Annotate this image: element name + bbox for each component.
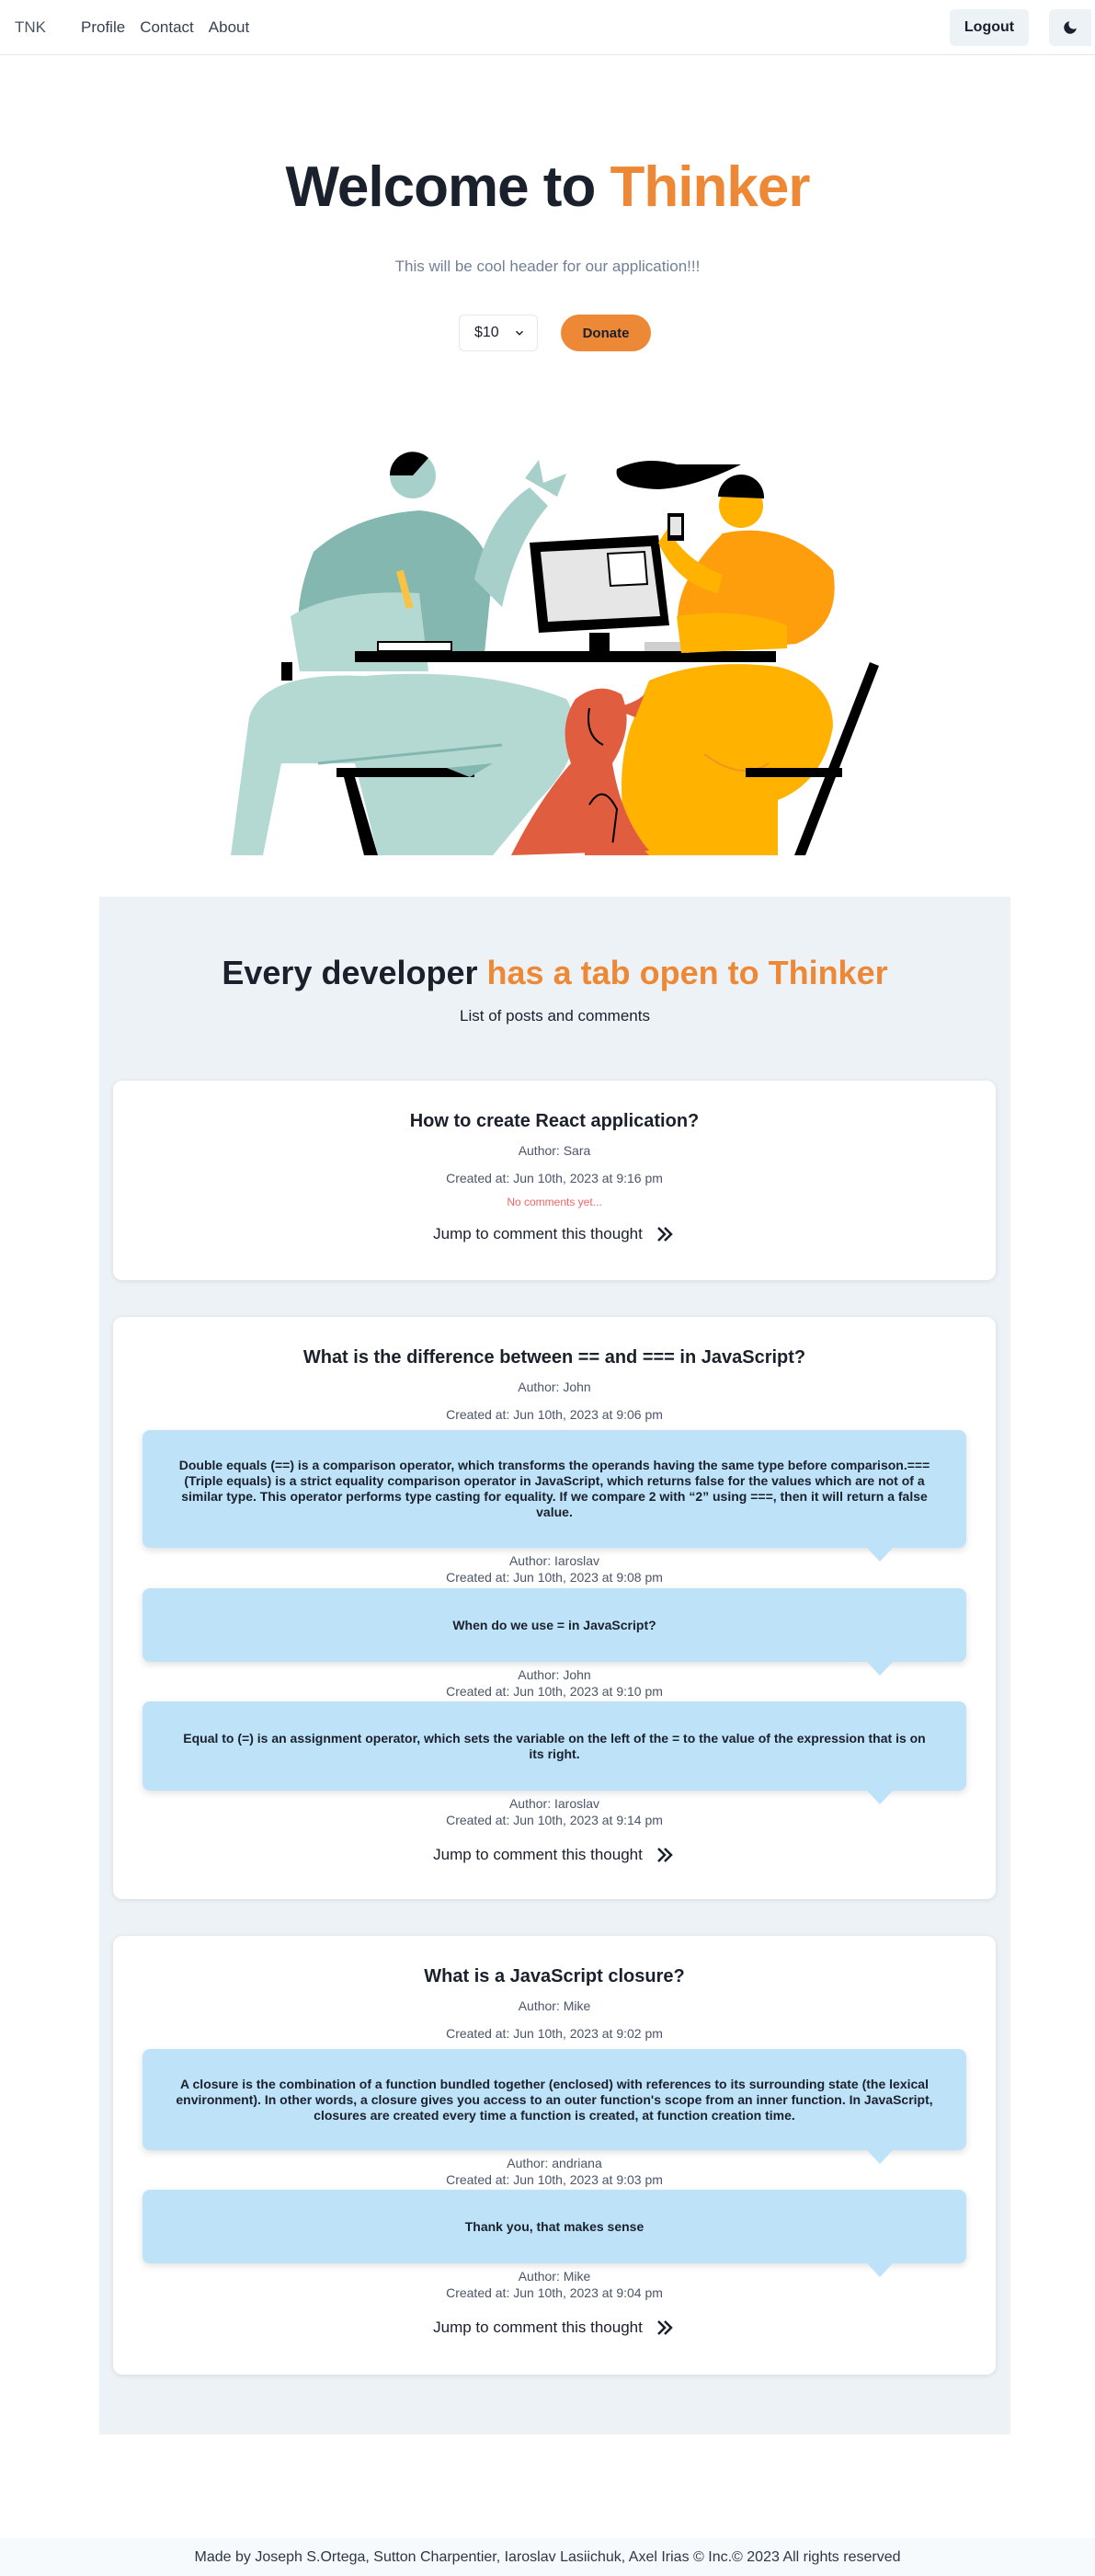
- post-author: Author: Sara: [518, 1143, 591, 1158]
- hero-title-prefix: Welcome to: [285, 155, 610, 219]
- jump-to-comment-link[interactable]: Jump to comment this thought: [113, 2317, 996, 2339]
- donation-amount-select[interactable]: $10: [459, 315, 538, 351]
- post-created-at: Created at: Jun 10th, 2023 at 9:02 pm: [446, 2026, 663, 2041]
- jump-to-comment-link[interactable]: Jump to comment this thought: [113, 1844, 996, 1866]
- comment-author: Author: Iaroslav: [508, 1553, 600, 1568]
- nav-link-profile[interactable]: Profile: [81, 18, 125, 37]
- top-navbar: TNK Profile Contact About Logout: [0, 0, 1095, 55]
- chevron-down-icon: [515, 330, 524, 336]
- comment-author: Author: andriana: [507, 2156, 602, 2170]
- post-card: What is a JavaScript closure? Author: Mi…: [113, 1936, 996, 2375]
- comment-text: Thank you, that makes sense: [464, 2218, 644, 2234]
- footer-credits: Made by Joseph S.Ortega, Sutton Charpent…: [0, 2538, 1095, 2576]
- post-author: Author: Mike: [518, 1998, 591, 2013]
- hero-title: Welcome to Thinker: [0, 155, 1095, 220]
- comment-bubble: Equal to (=) is an assignment operator, …: [143, 1701, 966, 1804]
- comment-author: Author: John: [518, 1667, 591, 1682]
- comment-text: Double equals (==) is a comparison opera…: [178, 1458, 930, 1519]
- double-chevron-right-icon: [656, 1227, 673, 1242]
- hero-subtitle: This will be cool header for our applica…: [394, 258, 701, 275]
- jump-to-comment-label: Jump to comment this thought: [433, 1225, 643, 1242]
- moon-icon: [1064, 21, 1077, 34]
- comment-created-at: Created at: Jun 10th, 2023 at 9:03 pm: [446, 2172, 663, 2187]
- post-author: Author: John: [518, 1380, 591, 1394]
- post-created-at: Created at: Jun 10th, 2023 at 9:16 pm: [446, 1171, 663, 1185]
- nav-links: Profile Contact About: [81, 18, 249, 37]
- post-title: What is a JavaScript closure?: [424, 1966, 685, 1986]
- comment-bubble: Double equals (==) is a comparison opera…: [143, 1430, 966, 1562]
- comment-author: Author: Iaroslav: [508, 1796, 600, 1811]
- nav-link-contact[interactable]: Contact: [140, 18, 194, 37]
- hero-illustration: [231, 452, 879, 855]
- comment-created-at: Created at: Jun 10th, 2023 at 9:10 pm: [446, 1684, 663, 1699]
- section-title-prefix: Every developer: [222, 954, 487, 991]
- post-title: How to create React application?: [409, 1111, 700, 1131]
- section-subtitle: List of posts and comments: [460, 1007, 650, 1025]
- logout-button[interactable]: Logout: [950, 9, 1029, 46]
- comment-created-at: Created at: Jun 10th, 2023 at 9:04 pm: [446, 2285, 663, 2300]
- comment-author: Author: Mike: [518, 2269, 591, 2284]
- jump-to-comment-label: Jump to comment this thought: [433, 2318, 643, 2336]
- no-comments-text: No comments yet...: [507, 1196, 602, 1208]
- comment-created-at: Created at: Jun 10th, 2023 at 9:14 pm: [446, 1813, 663, 1827]
- donate-button[interactable]: Donate: [561, 315, 651, 351]
- comment-text: When do we use = in JavaScript?: [452, 1617, 656, 1632]
- comment-text: A closure is the combination of a functi…: [176, 2076, 933, 2123]
- posts-section: Every developer has a tab open to Thinke…: [99, 897, 1010, 2434]
- theme-toggle-button[interactable]: [1049, 9, 1091, 46]
- jump-to-comment-label: Jump to comment this thought: [433, 1846, 643, 1863]
- section-title: Every developer has a tab open to Thinke…: [99, 954, 1010, 992]
- post-created-at: Created at: Jun 10th, 2023 at 9:06 pm: [446, 1407, 663, 1422]
- hero-title-accent: Thinker: [610, 155, 811, 219]
- nav-link-about[interactable]: About: [209, 18, 249, 37]
- double-chevron-right-icon: [656, 2320, 673, 2335]
- double-chevron-right-icon: [656, 1848, 673, 1862]
- brand-logo-link[interactable]: TNK: [15, 18, 46, 37]
- comment-created-at: Created at: Jun 10th, 2023 at 9:08 pm: [446, 1570, 663, 1585]
- comment-text: Equal to (=) is an assignment operator, …: [183, 1730, 926, 1761]
- post-card: What is the difference between == and ==…: [113, 1317, 996, 1899]
- donation-amount-value: $10: [474, 325, 499, 340]
- jump-to-comment-link[interactable]: Jump to comment this thought: [113, 1223, 996, 1245]
- comment-bubble: Thank you, that makes sense: [143, 2190, 966, 2277]
- section-title-accent: has a tab open to Thinker: [486, 954, 888, 991]
- post-title: What is the difference between == and ==…: [302, 1347, 806, 1368]
- comment-bubble: A closure is the combination of a functi…: [143, 2049, 966, 2164]
- comment-bubble: When do we use = in JavaScript?: [143, 1588, 966, 1676]
- post-card: How to create React application? Author:…: [113, 1081, 996, 1280]
